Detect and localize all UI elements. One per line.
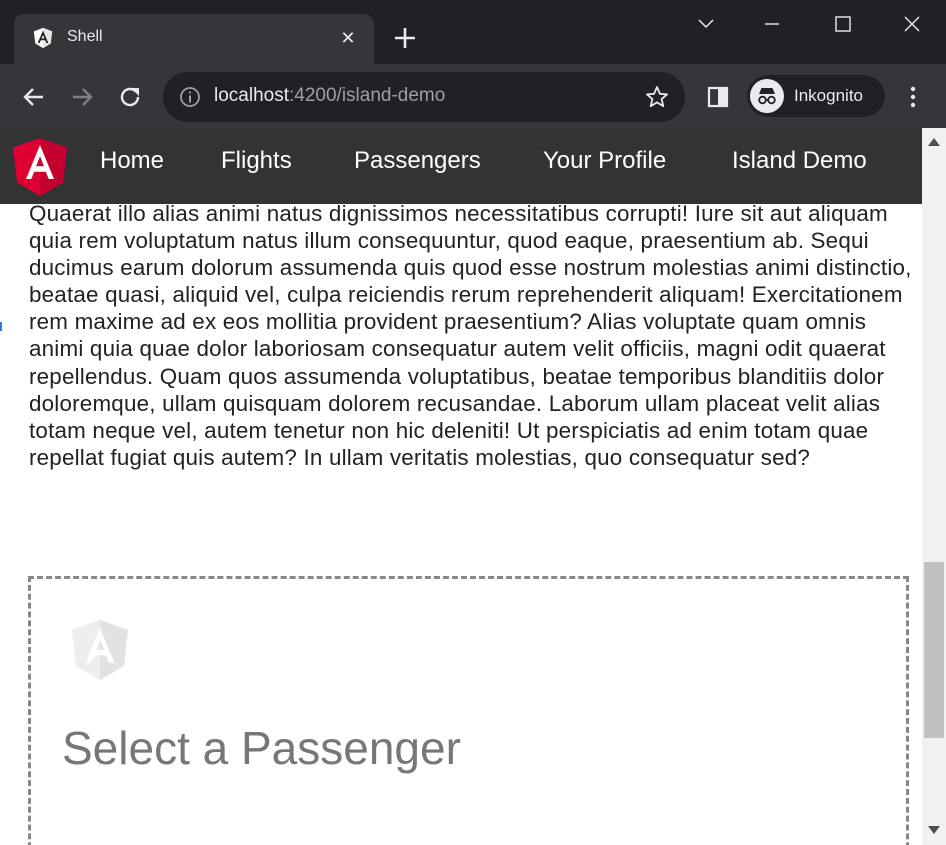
- menu-kebab-icon[interactable]: [900, 84, 926, 110]
- reload-icon[interactable]: [117, 84, 143, 110]
- incognito-icon: [750, 79, 784, 113]
- scrollbar-thumb[interactable]: [924, 562, 944, 738]
- scroll-down-arrow-icon[interactable]: [928, 826, 940, 834]
- vertical-scrollbar[interactable]: [922, 128, 946, 845]
- minimize-button[interactable]: [738, 0, 804, 46]
- tab-close-icon[interactable]: ✕: [336, 26, 360, 50]
- address-url[interactable]: localhost:4200/island-demo: [214, 85, 445, 107]
- page-viewport: Quaerat illo alias animi natus dignissim…: [0, 128, 946, 845]
- browser-toolbar: localhost:4200/island-demo Inkognito: [0, 64, 946, 128]
- nav-item-your-profile[interactable]: Your Profile: [543, 147, 666, 175]
- url-path: :4200/island-demo: [289, 85, 446, 106]
- url-host: localhost: [214, 85, 289, 106]
- app-navbar: Home Flights Passengers Your Profile Isl…: [0, 128, 922, 204]
- side-panel-icon[interactable]: [705, 84, 731, 110]
- maximize-button[interactable]: [809, 0, 875, 46]
- angular-logo-icon[interactable]: [12, 137, 68, 197]
- site-info-icon[interactable]: [178, 85, 202, 109]
- nav-item-island-demo[interactable]: Island Demo: [732, 147, 867, 175]
- incognito-profile-button[interactable]: Inkognito: [747, 75, 885, 117]
- main-content: Quaerat illo alias animi natus dignissim…: [29, 200, 915, 471]
- scroll-up-arrow-icon[interactable]: [928, 138, 940, 146]
- lorem-paragraph: Quaerat illo alias animi natus dignissim…: [29, 201, 912, 470]
- tab-search-chevron-icon[interactable]: [672, 0, 738, 46]
- close-window-button[interactable]: [878, 0, 944, 46]
- profile-label: Inkognito: [794, 86, 863, 105]
- island-container: Select a Passenger: [28, 576, 909, 845]
- angular-logo-icon: [72, 620, 128, 680]
- angular-favicon-icon: [33, 27, 53, 49]
- nav-item-passengers[interactable]: Passengers: [354, 147, 481, 175]
- nav-item-home[interactable]: Home: [100, 147, 164, 175]
- nav-item-flights[interactable]: Flights: [221, 147, 292, 175]
- tab-title: Shell: [67, 28, 103, 45]
- island-heading: Select a Passenger: [62, 722, 461, 774]
- address-bar[interactable]: localhost:4200/island-demo: [163, 72, 685, 122]
- back-arrow-icon[interactable]: [21, 84, 47, 110]
- bookmark-star-icon[interactable]: [644, 84, 670, 110]
- new-tab-plus-icon[interactable]: [391, 24, 419, 52]
- browser-tab[interactable]: Shell ✕: [14, 14, 374, 64]
- browser-title-bar: Shell ✕: [0, 0, 946, 64]
- forward-arrow-icon[interactable]: [69, 84, 95, 110]
